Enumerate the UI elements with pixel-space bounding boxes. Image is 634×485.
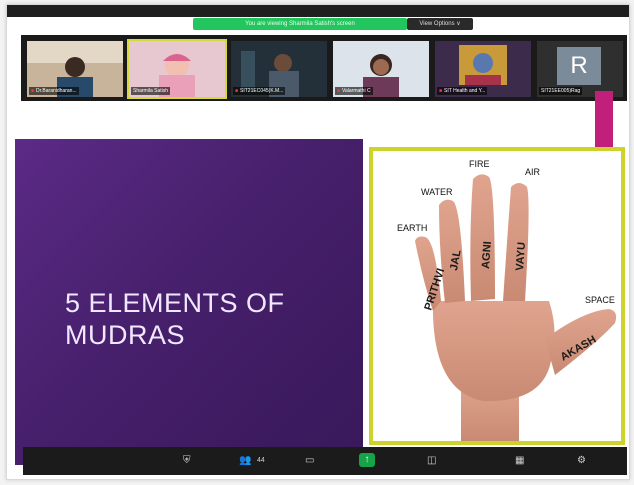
slide-title: 5 ELEMENTS OF MUDRAS bbox=[65, 287, 345, 351]
slide-top-area bbox=[7, 101, 629, 139]
label-air: AIR bbox=[525, 167, 541, 177]
participant-tile[interactable]: R SIT21EE005)Rag bbox=[537, 41, 623, 97]
participant-name: SIT Health and Y... bbox=[444, 88, 486, 94]
share-screen-icon[interactable]: ↑ bbox=[359, 453, 375, 467]
mic-muted-icon: ■ bbox=[337, 88, 341, 94]
more-icon[interactable]: ⚙ bbox=[577, 455, 586, 466]
participants-count: 44 bbox=[257, 457, 265, 464]
participant-tile[interactable]: ■ Valarmathi C bbox=[333, 41, 429, 97]
slide-title-panel: 5 ELEMENTS OF MUDRAS bbox=[15, 139, 363, 465]
slide-accent-bar bbox=[595, 91, 613, 155]
participants-icon[interactable]: 👥 bbox=[239, 455, 251, 466]
palm-shape bbox=[432, 301, 555, 402]
participant-tile-active[interactable]: Sharmila Satish bbox=[127, 39, 227, 99]
meeting-toolbar: ⛨ 👥 44 ▭ ↑ ◫ ▦ ⚙ bbox=[23, 447, 627, 475]
window-top-strip bbox=[7, 5, 629, 17]
apps-icon[interactable]: ▦ bbox=[515, 455, 524, 466]
mic-muted-icon: ■ bbox=[31, 88, 35, 94]
label-fire: FIRE bbox=[469, 159, 490, 169]
label-water: WATER bbox=[421, 187, 453, 197]
slide-title-line: 5 ELEMENTS OF bbox=[65, 288, 285, 318]
participant-tile[interactable]: ■ SIT Health and Y... bbox=[435, 41, 531, 97]
mic-muted-icon: ■ bbox=[439, 88, 443, 94]
participant-name: Sharmila Satish bbox=[133, 88, 169, 94]
mic-muted-icon: ■ bbox=[235, 88, 239, 94]
participant-name: SIT21EE005)Rag bbox=[541, 88, 581, 94]
label-space: SPACE bbox=[585, 295, 615, 305]
fire-finger-shape bbox=[470, 174, 495, 301]
participant-tile[interactable]: ■ SIT21EC045(K.M... bbox=[231, 41, 327, 97]
finger-label-agni: AGNI bbox=[480, 241, 494, 269]
slide-title-line: MUDRAS bbox=[65, 320, 186, 350]
label-earth: EARTH bbox=[397, 223, 427, 233]
viewing-banner: You are viewing Sharmila Satish's screen bbox=[193, 18, 407, 30]
participant-strip: ■ Dr.Baranidharan... Sharmila Satish ■ SIT… bbox=[21, 35, 627, 101]
hand-illustration: SPACE AIR FIRE WATER EARTH PRITHVI JAL A… bbox=[397, 159, 617, 441]
zoom-window: You are viewing Sharmila Satish's screen… bbox=[6, 4, 630, 480]
shield-icon[interactable]: ⛨ bbox=[183, 455, 191, 466]
participant-tile[interactable]: ■ Dr.Baranidharan... bbox=[27, 41, 123, 97]
mudra-hand-image: SPACE AIR FIRE WATER EARTH PRITHVI JAL A… bbox=[369, 147, 625, 445]
finger-label-vayu: VAYU bbox=[514, 242, 528, 272]
view-options-button[interactable]: View Options ∨ bbox=[407, 18, 473, 30]
chat-icon[interactable]: ▭ bbox=[305, 455, 314, 466]
record-icon[interactable]: ◫ bbox=[427, 455, 436, 466]
participant-name: SIT21EC045(K.M... bbox=[240, 88, 284, 94]
participant-name: Dr.Baranidharan... bbox=[36, 88, 77, 94]
participant-name: Valarmathi C bbox=[342, 88, 371, 94]
avatar: R bbox=[557, 47, 601, 85]
